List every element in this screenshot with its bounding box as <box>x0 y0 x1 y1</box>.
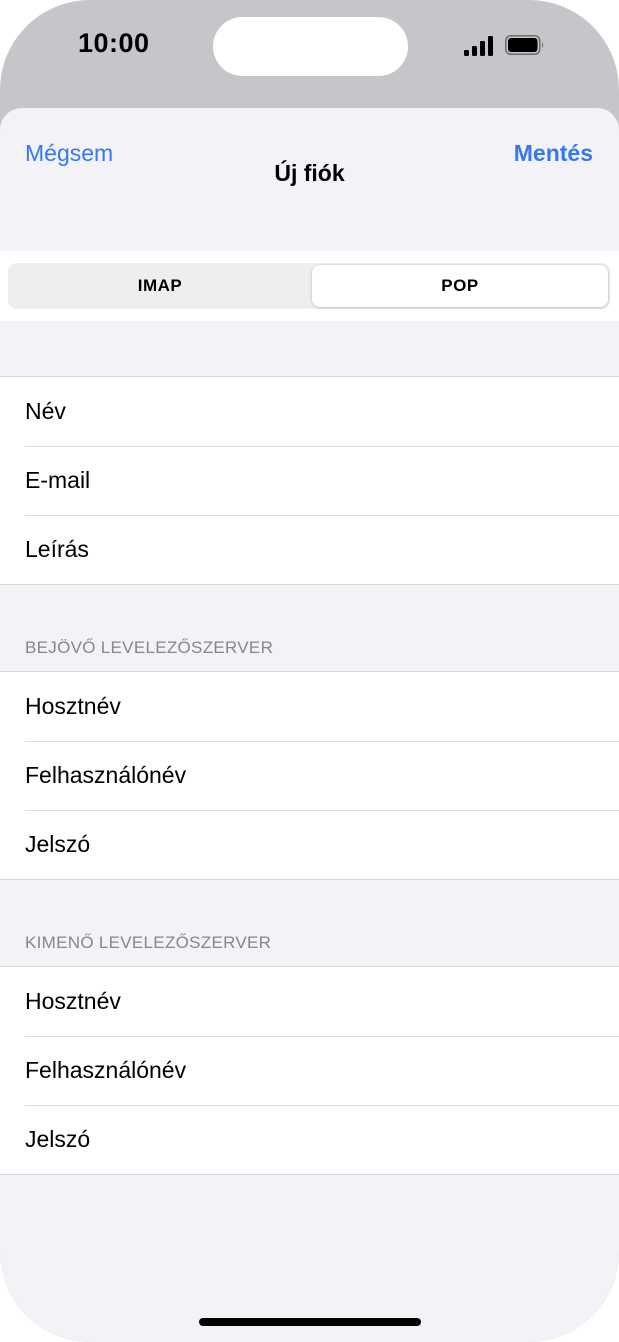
new-account-sheet: Mégsem Új fiók Mentés IMAP POP Név E-mai… <box>0 108 619 1342</box>
status-time: 10:00 <box>78 28 150 58</box>
incoming-hostname-field[interactable]: Hosztnév <box>0 672 619 741</box>
description-field[interactable]: Leírás <box>0 515 619 584</box>
outgoing-username-label: Felhasználónév <box>25 1057 187 1083</box>
outgoing-username-field[interactable]: Felhasználónév <box>0 1036 619 1105</box>
outgoing-server-group: Hosztnév Felhasználónév Jelszó <box>0 966 619 1175</box>
account-info-group: Név E-mail Leírás <box>0 376 619 585</box>
outgoing-hostname-label: Hosztnév <box>25 988 121 1014</box>
incoming-username-label: Felhasználónév <box>25 762 187 788</box>
status-bar: 10:00 <box>0 0 619 100</box>
outgoing-password-label: Jelszó <box>25 1126 91 1152</box>
email-field[interactable]: E-mail <box>0 446 619 515</box>
battery-full-icon <box>505 35 544 55</box>
email-field-label: E-mail <box>25 467 91 493</box>
account-type-segmented-control: IMAP POP <box>8 263 610 309</box>
save-button[interactable]: Mentés <box>514 140 593 167</box>
dynamic-island <box>213 17 408 76</box>
incoming-server-header: BEJÖVŐ LEVELEZŐSZERVER <box>25 638 274 657</box>
home-indicator[interactable] <box>199 1318 421 1326</box>
name-field-label: Név <box>25 398 66 424</box>
phone-screen: 10:00 Mégsem Új fiók Mentés IMAP POP Név… <box>0 0 619 1342</box>
name-field[interactable]: Név <box>0 377 619 446</box>
segment-pop[interactable]: POP <box>312 265 608 307</box>
incoming-password-label: Jelszó <box>25 831 91 857</box>
incoming-server-group: Hosztnév Felhasználónév Jelszó <box>0 671 619 880</box>
cellular-signal-icon <box>464 36 493 56</box>
account-type-band: IMAP POP <box>0 251 619 321</box>
description-field-label: Leírás <box>25 536 89 562</box>
outgoing-server-header: KIMENŐ LEVELEZŐSZERVER <box>25 933 272 952</box>
incoming-username-field[interactable]: Felhasználónév <box>0 741 619 810</box>
outgoing-hostname-field[interactable]: Hosztnév <box>0 967 619 1036</box>
navigation-bar: Mégsem Új fiók Mentés <box>0 108 619 251</box>
incoming-password-field[interactable]: Jelszó <box>0 810 619 879</box>
outgoing-password-field[interactable]: Jelszó <box>0 1105 619 1174</box>
incoming-hostname-label: Hosztnév <box>25 693 121 719</box>
segment-imap[interactable]: IMAP <box>10 265 310 307</box>
